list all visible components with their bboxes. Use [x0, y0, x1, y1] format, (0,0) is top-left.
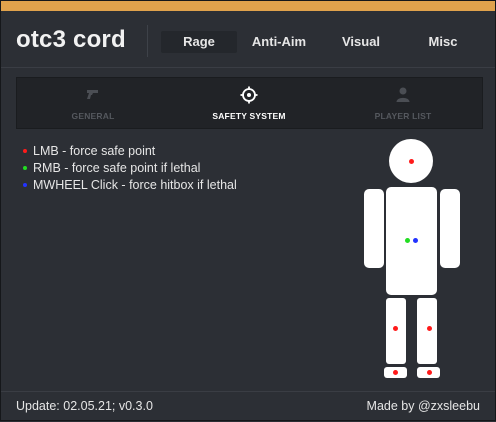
legend-item-rmb: RMB - force safe point if lethal [23, 160, 237, 177]
red-dot-icon [23, 148, 27, 153]
header: otc3 cord Rage Anti-Aim Visual Misc [1, 11, 495, 67]
hitbox-right-arm[interactable] [440, 189, 460, 268]
pistol-icon [85, 86, 101, 107]
legend-item-mwheel: MWHEEL Click - force hitbox if lethal [23, 177, 237, 194]
hitpoint-stomach [413, 238, 418, 243]
hitpoint-left-foot [393, 370, 398, 375]
crosshair-icon [240, 86, 258, 109]
hitpoint-chest [405, 238, 410, 243]
hitpoint-right-knee [427, 326, 432, 331]
app-title: otc3 cord [16, 26, 126, 53]
hotkey-legend: LMB - force safe point RMB - force safe … [23, 143, 237, 194]
app-window: otc3 cord Rage Anti-Aim Visual Misc GENE… [0, 0, 496, 421]
green-dot-icon [23, 165, 27, 170]
hitbox-right-leg[interactable] [417, 298, 437, 364]
hitbox-left-leg[interactable] [386, 298, 406, 364]
legend-text: LMB - force safe point [33, 144, 156, 158]
subtab-bar: GENERAL SAFETY SYSTEM PLAYER LIST [16, 77, 483, 129]
tab-misc[interactable]: Misc [405, 31, 481, 53]
header-divider [1, 67, 495, 68]
tab-anti-aim[interactable]: Anti-Aim [241, 31, 317, 53]
accent-bar [1, 1, 495, 11]
hitbox-torso[interactable] [386, 187, 437, 295]
subtab-general-label: GENERAL [71, 111, 115, 121]
subtab-general[interactable]: GENERAL [37, 78, 149, 128]
legend-item-lmb: LMB - force safe point [23, 143, 237, 160]
legend-text: MWHEEL Click - force hitbox if lethal [33, 178, 237, 192]
footer-divider [1, 391, 495, 392]
tab-visual[interactable]: Visual [323, 31, 399, 53]
blue-dot-icon [23, 182, 27, 187]
hitpoint-head [409, 159, 414, 164]
author-credit: Made by @zxsleebu [366, 399, 480, 413]
hitpoint-left-knee [393, 326, 398, 331]
tab-rage[interactable]: Rage [161, 31, 237, 53]
subtab-player-list[interactable]: PLAYER LIST [347, 78, 459, 128]
user-icon [395, 86, 411, 107]
subtab-safety-system[interactable]: SAFETY SYSTEM [193, 78, 305, 128]
hitbox-left-arm[interactable] [364, 189, 384, 268]
hitpoint-right-foot [427, 370, 432, 375]
version-info: Update: 02.05.21; v0.3.0 [16, 399, 153, 413]
subtab-safety-system-label: SAFETY SYSTEM [212, 111, 286, 121]
legend-text: RMB - force safe point if lethal [33, 161, 201, 175]
subtab-player-list-label: PLAYER LIST [374, 111, 432, 121]
title-divider [147, 25, 148, 57]
